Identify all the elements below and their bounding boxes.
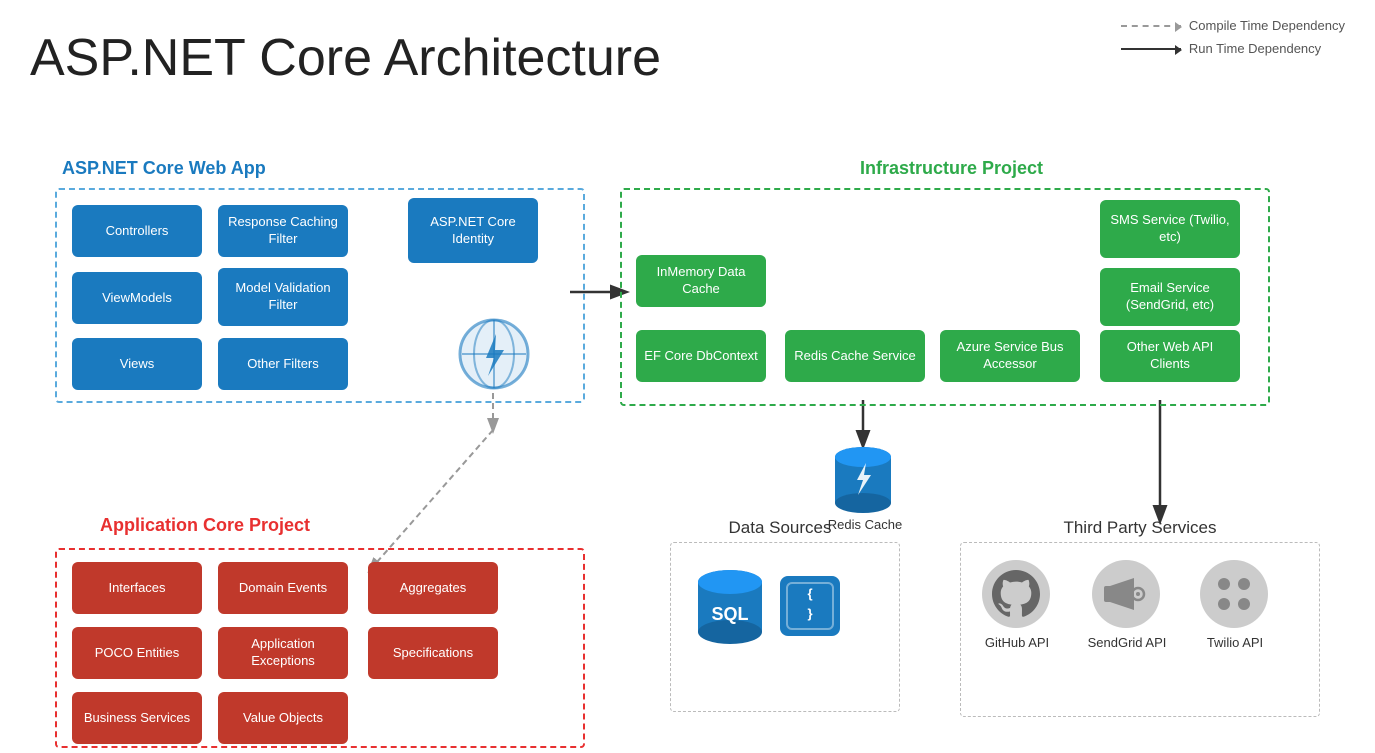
sql-icon: SQL <box>695 568 765 653</box>
solid-arrow-icon <box>1121 48 1181 50</box>
svg-text:SQL: SQL <box>711 604 748 624</box>
value-objects-btn[interactable]: Value Objects <box>218 692 348 744</box>
github-icon <box>980 558 1052 635</box>
compile-label: Compile Time Dependency <box>1189 18 1345 33</box>
views-btn[interactable]: Views <box>72 338 202 390</box>
sms-service-btn[interactable]: SMS Service (Twilio, etc) <box>1100 200 1240 258</box>
aggregates-btn[interactable]: Aggregates <box>368 562 498 614</box>
controllers-btn[interactable]: Controllers <box>72 205 202 257</box>
svg-text:{: { <box>807 586 812 601</box>
runtime-legend-item: Run Time Dependency <box>1121 41 1345 56</box>
email-service-btn[interactable]: Email Service (SendGrid, etc) <box>1100 268 1240 326</box>
business-services-btn[interactable]: Business Services <box>72 692 202 744</box>
azure-service-bus-btn[interactable]: Azure Service Bus Accessor <box>940 330 1080 382</box>
page-title: ASP.NET Core Architecture <box>30 28 661 88</box>
runtime-label: Run Time Dependency <box>1189 41 1321 56</box>
dashed-arrow-icon <box>1121 25 1181 27</box>
poco-entities-btn[interactable]: POCO Entities <box>72 627 202 679</box>
infra-section-label: Infrastructure Project <box>860 158 1043 179</box>
viewmodels-btn[interactable]: ViewModels <box>72 272 202 324</box>
app-core-section-label: Application Core Project <box>100 515 310 536</box>
redis-cache-service-btn[interactable]: Redis Cache Service <box>785 330 925 382</box>
inmemory-btn[interactable]: InMemory Data Cache <box>636 255 766 307</box>
third-party-label: Third Party Services <box>1000 518 1280 538</box>
model-validation-btn[interactable]: Model Validation Filter <box>218 268 348 326</box>
specifications-btn[interactable]: Specifications <box>368 627 498 679</box>
sendgrid-icon <box>1090 558 1162 635</box>
efcore-btn[interactable]: EF Core DbContext <box>636 330 766 382</box>
svg-text:}: } <box>807 606 812 621</box>
nosql-icon: { } <box>775 568 845 653</box>
aspnet-globe-icon <box>458 318 530 390</box>
compile-legend-item: Compile Time Dependency <box>1121 18 1345 33</box>
github-api-label: GitHub API <box>972 635 1062 650</box>
twilio-icon <box>1198 558 1270 635</box>
app-exceptions-btn[interactable]: Application Exceptions <box>218 627 348 679</box>
interfaces-btn[interactable]: Interfaces <box>72 562 202 614</box>
domain-events-btn[interactable]: Domain Events <box>218 562 348 614</box>
response-caching-btn[interactable]: Response Caching Filter <box>218 205 348 257</box>
redis-icon <box>833 445 893 520</box>
other-filters-btn[interactable]: Other Filters <box>218 338 348 390</box>
twilio-api-label: Twilio API <box>1190 635 1280 650</box>
sendgrid-api-label: SendGrid API <box>1082 635 1172 650</box>
legend: Compile Time Dependency Run Time Depende… <box>1121 18 1345 56</box>
aspnet-section-label: ASP.NET Core Web App <box>62 158 266 179</box>
other-webapi-btn[interactable]: Other Web API Clients <box>1100 330 1240 382</box>
aspnet-identity-btn[interactable]: ASP.NET Core Identity <box>408 198 538 263</box>
